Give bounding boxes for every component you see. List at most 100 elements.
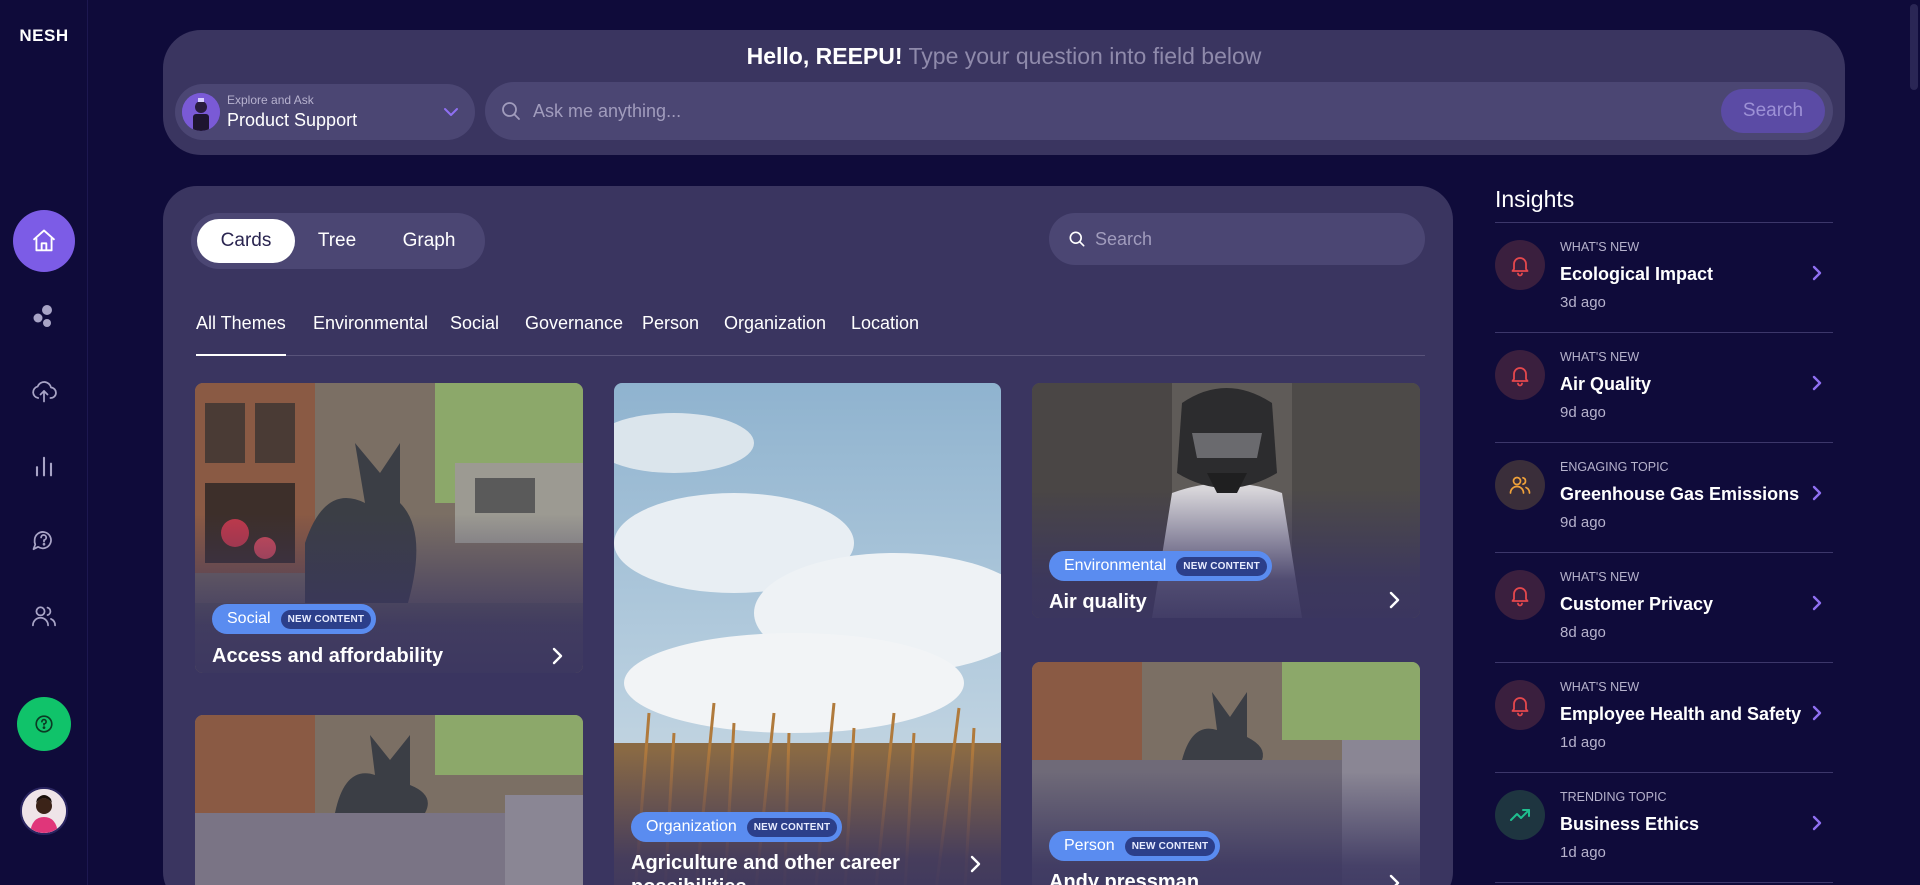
insight-time: 1d ago <box>1560 734 1606 751</box>
theme-card[interactable]: Environmental NEW CONTENT Air quality <box>1032 383 1420 618</box>
theme-tag-label: Organization <box>646 818 737 835</box>
insight-kind: WHAT'S NEW <box>1560 240 1640 254</box>
insight-kind: WHAT'S NEW <box>1560 570 1640 584</box>
trending-up-icon <box>1510 809 1530 821</box>
insight-kind: WHAT'S NEW <box>1560 680 1640 694</box>
insight-item[interactable]: WHAT'S NEW Air Quality 9d ago <box>1495 333 1833 443</box>
insight-icon-wrap <box>1495 680 1545 730</box>
view-tree[interactable]: Tree <box>301 219 373 263</box>
tab-location[interactable]: Location <box>851 312 919 356</box>
page-scrollbar[interactable] <box>1910 4 1918 90</box>
new-content-badge: NEW CONTENT <box>746 817 838 837</box>
tab-governance[interactable]: Governance <box>525 312 623 356</box>
bell-icon <box>1511 367 1529 387</box>
theme-card[interactable]: Organization NEW CONTENT Agriculture and … <box>614 383 1001 885</box>
insight-time: 1d ago <box>1560 844 1606 861</box>
search-icon <box>1069 231 1085 247</box>
user-avatar[interactable] <box>20 787 68 835</box>
tab-environmental[interactable]: Environmental <box>313 312 428 356</box>
cloud-upload-icon <box>32 381 57 403</box>
theme-tabs: All Themes Environmental Social Governan… <box>196 312 1425 356</box>
chevron-right-icon <box>1812 705 1822 721</box>
users-icon <box>32 606 56 627</box>
insight-time: 3d ago <box>1560 294 1606 311</box>
insight-time: 9d ago <box>1560 404 1606 421</box>
insight-item[interactable]: WHAT'S NEW Customer Privacy 8d ago <box>1495 553 1833 663</box>
assistant-caption: Explore and Ask <box>227 93 314 107</box>
tab-organization[interactable]: Organization <box>724 312 826 356</box>
insight-name: Employee Health and Safety <box>1560 704 1802 724</box>
help-circle-icon <box>35 715 53 733</box>
bell-icon <box>1511 587 1529 607</box>
nav-home[interactable] <box>13 210 75 272</box>
insight-item[interactable]: TRENDING TOPIC Business Ethics 1d ago <box>1495 773 1833 883</box>
chevron-right-icon <box>1389 591 1400 609</box>
view-toggle: Cards Tree Graph <box>191 213 485 269</box>
card-title: Agriculture and other career possibiliti… <box>631 852 900 885</box>
chat-question-icon <box>32 531 52 551</box>
tab-person[interactable]: Person <box>642 312 699 356</box>
insight-name: Greenhouse Gas Emissions <box>1560 484 1800 504</box>
greeting-prompt: Type your question into field below <box>902 43 1262 69</box>
view-graph[interactable]: Graph <box>379 219 479 263</box>
avatar-image <box>22 789 66 833</box>
search-icon <box>502 102 520 120</box>
users-icon <box>1509 476 1531 494</box>
theme-tag-label: Environmental <box>1064 557 1167 574</box>
insight-icon-wrap <box>1495 350 1545 400</box>
chevron-right-icon <box>1389 874 1400 885</box>
bar-chart-icon <box>35 456 53 477</box>
view-cards[interactable]: Cards <box>197 219 295 263</box>
nav-upload[interactable] <box>13 360 75 422</box>
assistant-name: Product Support <box>227 110 358 130</box>
theme-tag: Social NEW CONTENT <box>212 604 377 634</box>
insight-icon-wrap <box>1495 240 1545 290</box>
insight-kind: WHAT'S NEW <box>1560 350 1640 364</box>
sidebar: NESH <box>0 0 88 885</box>
chevron-down-icon <box>444 108 458 116</box>
new-content-badge: NEW CONTENT <box>280 609 372 629</box>
assistant-avatar-image <box>182 93 220 131</box>
card-title: Andy pressman <box>1049 871 1200 885</box>
main-panel: Cards Tree Graph All Themes Environmenta… <box>163 186 1453 885</box>
nav-analytics[interactable] <box>13 435 75 497</box>
assistant-select[interactable]: Explore and Ask Product Support <box>175 84 475 140</box>
bell-icon <box>1511 257 1529 277</box>
nav-questions[interactable] <box>13 510 75 572</box>
theme-card[interactable]: Person NEW CONTENT Andy pressman <box>1032 662 1420 885</box>
insight-item[interactable]: WHAT'S NEW Ecological Impact 3d ago <box>1495 223 1833 333</box>
insight-item[interactable]: ENGAGING TOPIC Greenhouse Gas Emissions … <box>1495 443 1833 553</box>
insight-time: 9d ago <box>1560 514 1606 531</box>
insight-icon-wrap <box>1495 570 1545 620</box>
ask-header: Hello, REEPU! Type your question into fi… <box>163 30 1845 155</box>
assistant-avatar <box>182 93 220 131</box>
insight-name: Air Quality <box>1560 374 1652 394</box>
theme-search <box>1049 213 1425 265</box>
ask-input[interactable] <box>533 82 1683 140</box>
theme-search-input[interactable] <box>1095 213 1405 265</box>
insight-kind: ENGAGING TOPIC <box>1560 460 1669 474</box>
insight-item[interactable]: WHAT'S NEW Employee Health and Safety 1d… <box>1495 663 1833 773</box>
tab-all-themes[interactable]: All Themes <box>196 312 286 356</box>
chevron-right-icon <box>1812 485 1822 501</box>
insight-kind: TRENDING TOPIC <box>1560 790 1667 804</box>
tab-social[interactable]: Social <box>450 312 499 356</box>
home-icon <box>32 229 56 252</box>
insight-icon-wrap <box>1495 460 1545 510</box>
chevron-right-icon <box>552 647 563 665</box>
greeting-hello: Hello, REEPU! <box>746 43 903 69</box>
insight-name: Ecological Impact <box>1560 264 1714 284</box>
card-image <box>195 715 583 885</box>
theme-tag: Person NEW CONTENT <box>1049 831 1221 861</box>
card-title: Air quality <box>1049 591 1147 613</box>
theme-tag-label: Social <box>227 610 271 627</box>
theme-card[interactable]: Social NEW CONTENT Access and affordabili… <box>195 383 583 673</box>
theme-card[interactable] <box>195 715 583 885</box>
nav-explore[interactable] <box>13 285 75 347</box>
help-button[interactable] <box>17 697 71 751</box>
theme-tag-label: Person <box>1064 837 1115 854</box>
nav-users[interactable] <box>13 585 75 647</box>
card-title: Access and affordability <box>212 645 444 667</box>
new-content-badge: NEW CONTENT <box>1176 556 1267 576</box>
search-button[interactable]: Search <box>1721 89 1825 133</box>
